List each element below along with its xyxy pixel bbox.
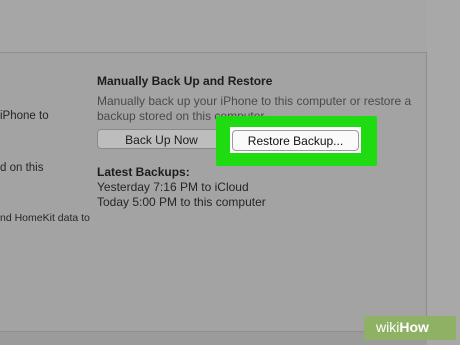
latest-backups-heading: Latest Backups: (97, 165, 190, 179)
wikihow-logo-text: wikiHow (376, 319, 429, 335)
right-background-strip (427, 0, 460, 345)
left-column-text-fragment: iPhone to (0, 110, 49, 122)
left-column-text-fragment: d on this (0, 162, 44, 174)
latest-backup-entry: Yesterday 7:16 PM to iCloud (97, 180, 249, 194)
left-column-text-fragment: nd HomeKit data to (0, 212, 90, 224)
restore-backup-button[interactable]: Restore Backup... (232, 130, 359, 151)
wikihow-watermark: wikiHow (364, 316, 456, 340)
manual-backup-heading: Manually Back Up and Restore (97, 74, 273, 88)
latest-backup-entry: Today 5:00 PM to this computer (97, 195, 266, 209)
back-up-now-button[interactable]: Back Up Now (97, 129, 226, 149)
top-background (0, 0, 460, 52)
